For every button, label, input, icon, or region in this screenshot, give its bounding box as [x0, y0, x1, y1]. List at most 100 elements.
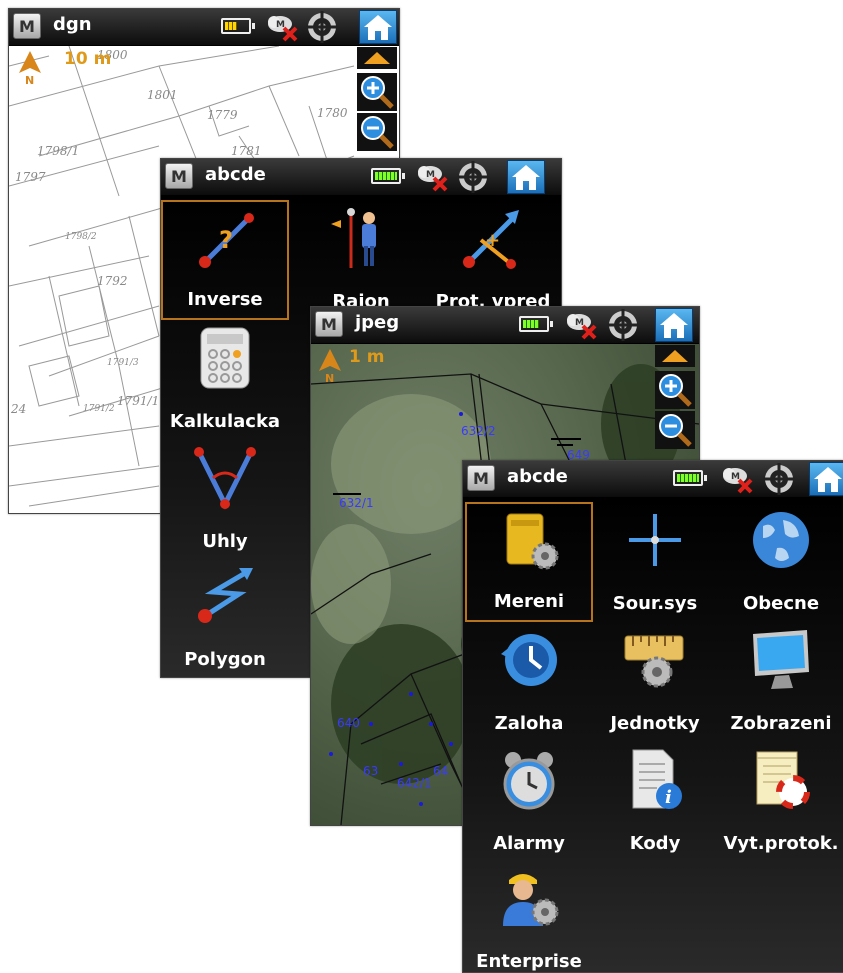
zoom-out-icon[interactable]: [357, 113, 397, 151]
cloud-disconnected-icon[interactable]: M: [264, 12, 300, 42]
gps-target-icon[interactable]: [457, 161, 489, 193]
compass-icon: [629, 514, 681, 566]
monitor-icon: [753, 630, 809, 689]
parcel-label: 1792: [97, 274, 128, 288]
m-logo-icon[interactable]: M: [315, 311, 343, 337]
menu-item-polygon[interactable]: Polygon: [161, 558, 289, 677]
zoom-out-icon[interactable]: [655, 411, 695, 449]
parcel-label: 640: [337, 716, 360, 730]
battery-full-icon: [371, 168, 405, 184]
battery-full-icon: [673, 470, 707, 486]
parcel-label: 1779: [207, 108, 238, 122]
document-info-icon: i: [632, 749, 682, 809]
window-title: abcde: [507, 466, 568, 487]
cloud-disconnected-icon[interactable]: M: [414, 162, 450, 192]
alarm-clock-icon: [503, 752, 555, 810]
m-logo-icon[interactable]: M: [13, 13, 41, 39]
zoom-controls: [357, 47, 397, 153]
m-logo-icon[interactable]: M: [165, 163, 193, 189]
m-logo-icon[interactable]: M: [467, 465, 495, 491]
menu-item-zaloha[interactable]: Zaloha: [465, 622, 593, 742]
parcel-label: 1798/2: [65, 232, 97, 242]
parcel-label: 1791/3: [107, 358, 139, 368]
status-bar: M jpeg M: [311, 307, 699, 344]
calculator-icon: [200, 327, 250, 389]
menu-item-inverse[interactable]: ? Inverse: [161, 200, 289, 320]
north-arrow-icon: N: [319, 349, 341, 383]
menu-item-label: Inverse: [187, 289, 263, 310]
parcel-label: 1781: [231, 144, 262, 158]
menu-item-label: Zobrazeni: [730, 713, 832, 734]
zoom-in-icon[interactable]: [655, 371, 695, 409]
parcel-label: 1801: [147, 88, 178, 102]
north-arrow-icon: N: [19, 51, 41, 85]
gps-target-icon[interactable]: [607, 309, 639, 341]
inverse-line-icon: ?: [199, 213, 254, 268]
notepad-icon: [756, 751, 810, 809]
collapse-up-icon[interactable]: [655, 345, 695, 367]
svg-text:N: N: [325, 372, 334, 383]
menu-item-kody[interactable]: i Kody: [591, 742, 719, 862]
parcel-label: 63: [363, 764, 379, 778]
menu-item-kalkulacka[interactable]: Kalkulacka: [161, 320, 289, 440]
parcel-label: 1791/2: [83, 404, 115, 414]
parcel-label: 642/1: [397, 776, 432, 790]
menu-item-alarmy[interactable]: Alarmy: [465, 742, 593, 862]
window-title: jpeg: [355, 312, 400, 333]
menu-item-label: Enterprise: [476, 951, 582, 972]
parcel-label: 64: [433, 764, 449, 778]
home-icon[interactable]: [809, 462, 843, 496]
menu-item-uhly[interactable]: Uhly: [161, 440, 289, 560]
menu-item-rajon[interactable]: Rajon: [297, 200, 425, 320]
parcel-label: 632/1: [339, 496, 374, 510]
forward-intersection-icon: +: [463, 210, 519, 269]
ruler-gear-icon: [624, 635, 684, 688]
menu-item-obecne[interactable]: Obecne: [717, 502, 843, 622]
settings-menu-window: M abcde M Mereni Sour.sys Obecne Zaloha …: [462, 460, 843, 973]
menu-item-enterprise[interactable]: Enterprise: [465, 860, 593, 972]
home-icon[interactable]: [507, 160, 545, 194]
polygon-traverse-icon: [198, 568, 253, 623]
menu-item-prot-vpred[interactable]: + Prot. vpred: [429, 200, 557, 320]
svg-text:i: i: [665, 787, 672, 808]
parcel-label: 1797: [15, 170, 46, 184]
svg-text:+: +: [485, 230, 500, 251]
cloud-disconnected-icon[interactable]: M: [563, 310, 599, 340]
home-icon[interactable]: [359, 10, 397, 44]
window-title: dgn: [53, 14, 92, 35]
surveyor-rajon-icon: [331, 208, 376, 268]
settings-menu-grid: Mereni Sour.sys Obecne Zaloha Jednotky Z…: [463, 498, 843, 972]
menu-item-label: Polygon: [184, 649, 266, 670]
parcel-label: 1780: [317, 106, 348, 120]
parcel-label: 24: [11, 402, 27, 416]
window-title: abcde: [205, 164, 266, 185]
parcel-label: 1798/1: [37, 144, 80, 158]
collapse-up-icon[interactable]: [357, 47, 397, 69]
battery-half-icon: [221, 18, 255, 34]
menu-item-zobrazeni[interactable]: Zobrazeni: [717, 622, 843, 742]
svg-text:?: ?: [219, 226, 233, 254]
parcel-label: 632/2: [461, 424, 496, 438]
menu-item-label: Uhly: [202, 531, 248, 552]
status-bar: M abcde M: [161, 159, 561, 196]
status-bar: M dgn M: [9, 9, 399, 46]
menu-item-sour-sys[interactable]: Sour.sys: [591, 502, 719, 622]
gps-target-icon[interactable]: [763, 463, 795, 495]
gps-target-icon[interactable]: [306, 11, 338, 43]
backup-clock-icon: [501, 634, 557, 686]
parcel-label: 1791/1: [117, 394, 160, 408]
menu-item-mereni[interactable]: Mereni: [465, 502, 593, 622]
menu-item-label: Kalkulacka: [169, 411, 281, 432]
map-scale: 10 m: [64, 49, 112, 69]
cloud-disconnected-icon[interactable]: M: [719, 464, 755, 494]
menu-item-label: Vyt.protok.: [723, 833, 839, 854]
menu-item-jednotky[interactable]: Jednotky: [591, 622, 719, 742]
angles-icon: [194, 447, 256, 510]
home-icon[interactable]: [655, 308, 693, 342]
svg-text:N: N: [25, 74, 34, 85]
battery-full-icon: [519, 316, 553, 332]
zoom-in-icon[interactable]: [357, 73, 397, 111]
menu-item-vyt-protok[interactable]: Vyt.protok.: [717, 742, 843, 862]
map-scale: 1 m: [349, 347, 385, 367]
folder-gear-icon: [506, 513, 559, 570]
